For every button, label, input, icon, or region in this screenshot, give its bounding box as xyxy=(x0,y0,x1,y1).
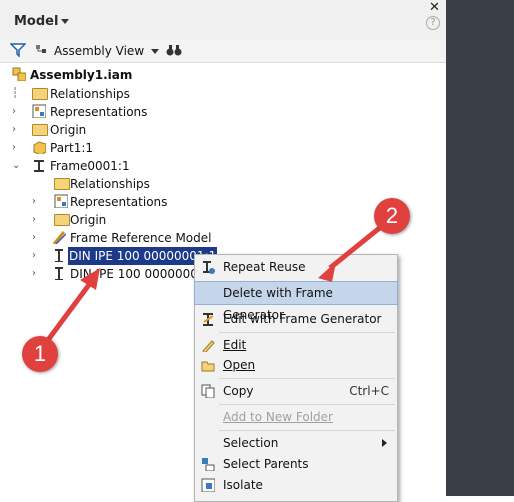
callout-badge-1: 1 xyxy=(22,336,58,372)
annotation-arrows xyxy=(45,224,384,342)
arrow-1 xyxy=(45,276,97,342)
arrow-2 xyxy=(328,224,384,270)
callout-badge-2: 2 xyxy=(374,198,410,234)
arrowhead-2 xyxy=(318,262,336,282)
